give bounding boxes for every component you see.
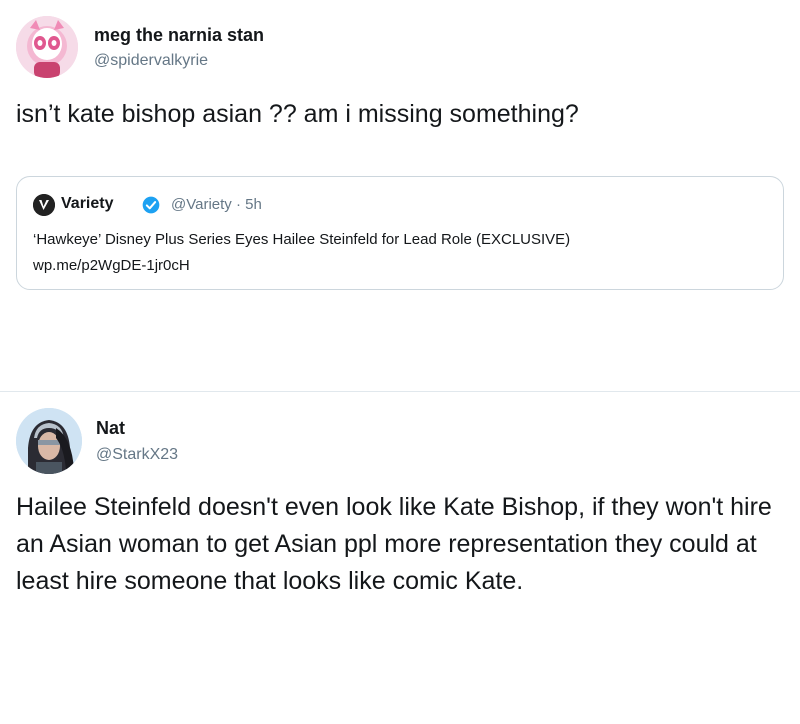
variety-logo-icon[interactable] (33, 194, 55, 216)
user-handle[interactable]: @StarkX23 (96, 446, 178, 464)
tweet-text: isn’t kate bishop asian ?? am i missing … (16, 100, 579, 128)
display-name[interactable]: Nat (96, 418, 125, 439)
quoted-headline: ‘Hawkeye’ Disney Plus Series Eyes Hailee… (33, 231, 571, 248)
tweet-text: Hailee Steinfeld doesn't even look like … (16, 493, 772, 595)
pink-masked-character-icon (16, 16, 78, 78)
verified-badge-icon (141, 195, 161, 215)
quoted-tweet-card[interactable]: Variety @Variety · 5h ‘Hawkeye’ Disney P… (16, 176, 784, 290)
user-handle[interactable]: @spidervalkyrie (94, 52, 208, 70)
user-avatar[interactable] (16, 408, 82, 474)
user-avatar[interactable] (16, 16, 78, 78)
quoted-link[interactable]: wp.me/p2WgDE-1jr0cH (33, 257, 190, 274)
tweet-card[interactable]: meg the narnia stan @spidervalkyrie isn’… (0, 0, 800, 392)
display-name[interactable]: meg the narnia stan (94, 25, 264, 46)
quoted-handle-and-time: @Variety · 5h (171, 196, 262, 213)
quoted-account-name[interactable]: Variety (61, 195, 113, 213)
helmeted-character-icon (16, 408, 82, 474)
